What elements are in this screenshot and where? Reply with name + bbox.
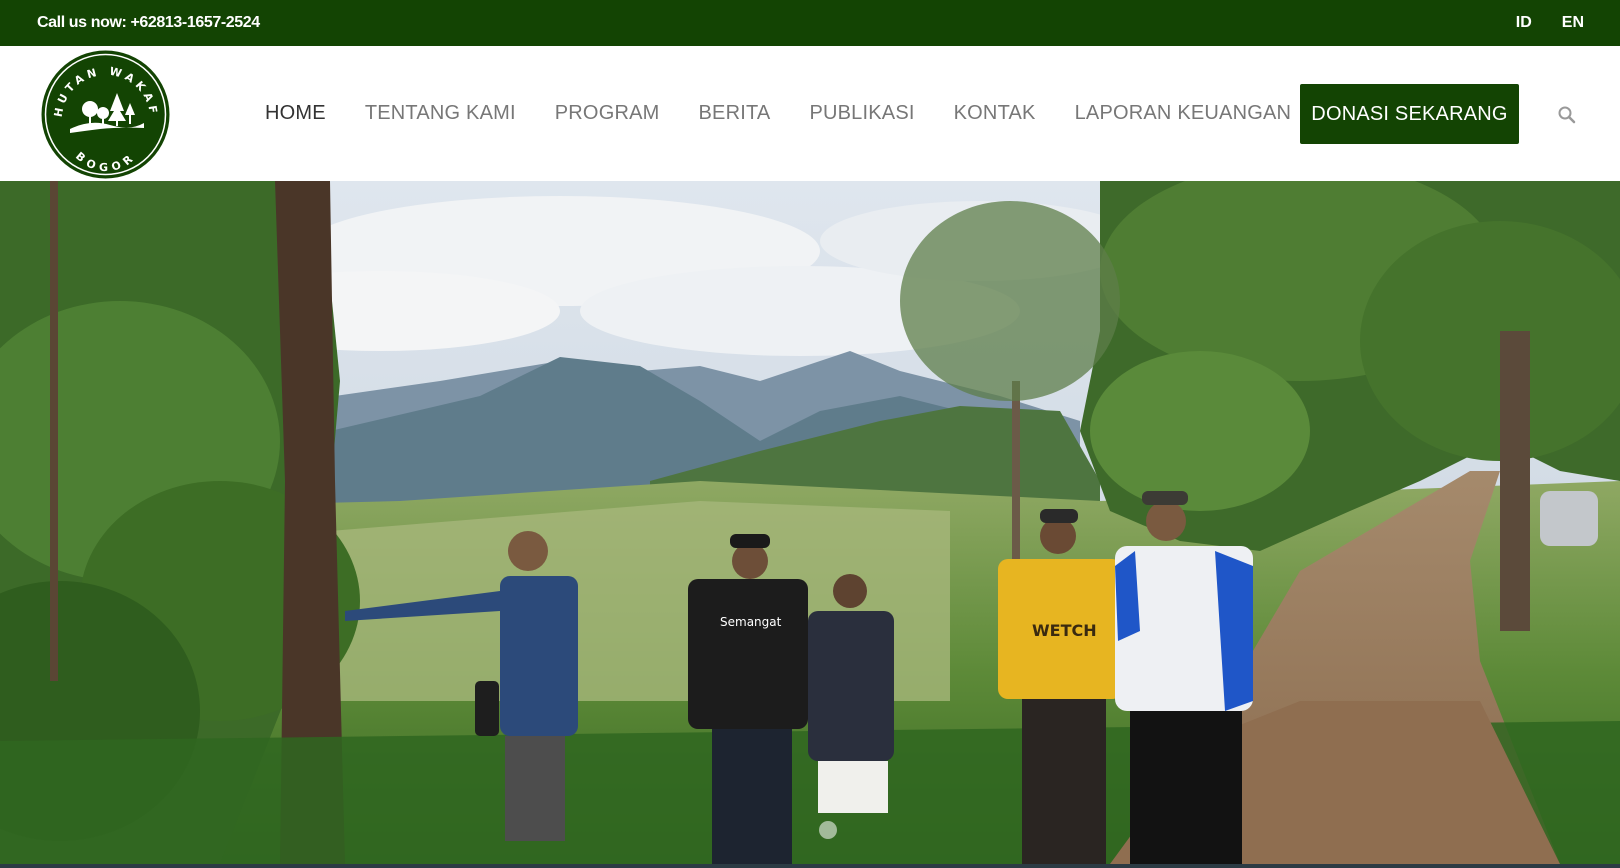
nav-berita[interactable]: BERITA <box>699 102 771 125</box>
nav-tentang-kami[interactable]: TENTANG KAMI <box>365 102 516 125</box>
language-switcher: ID EN <box>1516 14 1584 32</box>
hero-bottom-strip <box>0 864 1620 868</box>
lang-id-link[interactable]: ID <box>1516 14 1532 32</box>
slider-indicator-dot[interactable] <box>819 821 837 839</box>
nav-laporan-keuangan[interactable]: LAPORAN KEUANGAN <box>1075 102 1292 125</box>
search-icon[interactable] <box>1556 104 1578 126</box>
hero-slider: Semangat WETCH <box>0 181 1620 864</box>
svg-text:Semangat: Semangat <box>720 615 782 629</box>
donate-button[interactable]: DONASI SEKARANG <box>1300 84 1519 144</box>
top-bar: Call us now: +62813-1657-2524 ID EN <box>0 0 1620 46</box>
lang-en-link[interactable]: EN <box>1562 14 1584 32</box>
svg-text:WETCH: WETCH <box>1032 621 1097 640</box>
nav-home[interactable]: HOME <box>265 102 326 125</box>
main-nav: HOME TENTANG KAMI PROGRAM BERITA PUBLIKA… <box>265 46 1330 181</box>
person-5 <box>1115 491 1253 864</box>
nav-kontak[interactable]: KONTAK <box>954 102 1036 125</box>
hero-image: Semangat WETCH <box>0 181 1620 864</box>
nav-program[interactable]: PROGRAM <box>555 102 660 125</box>
site-header: HUTAN WAKAF BOGOR HOME TENTANG KAMI PROG… <box>0 46 1620 181</box>
nav-publikasi[interactable]: PUBLIKASI <box>809 102 914 125</box>
phone-contact[interactable]: Call us now: +62813-1657-2524 <box>37 14 260 32</box>
hutan-wakaf-logo[interactable]: HUTAN WAKAF BOGOR <box>40 49 171 180</box>
